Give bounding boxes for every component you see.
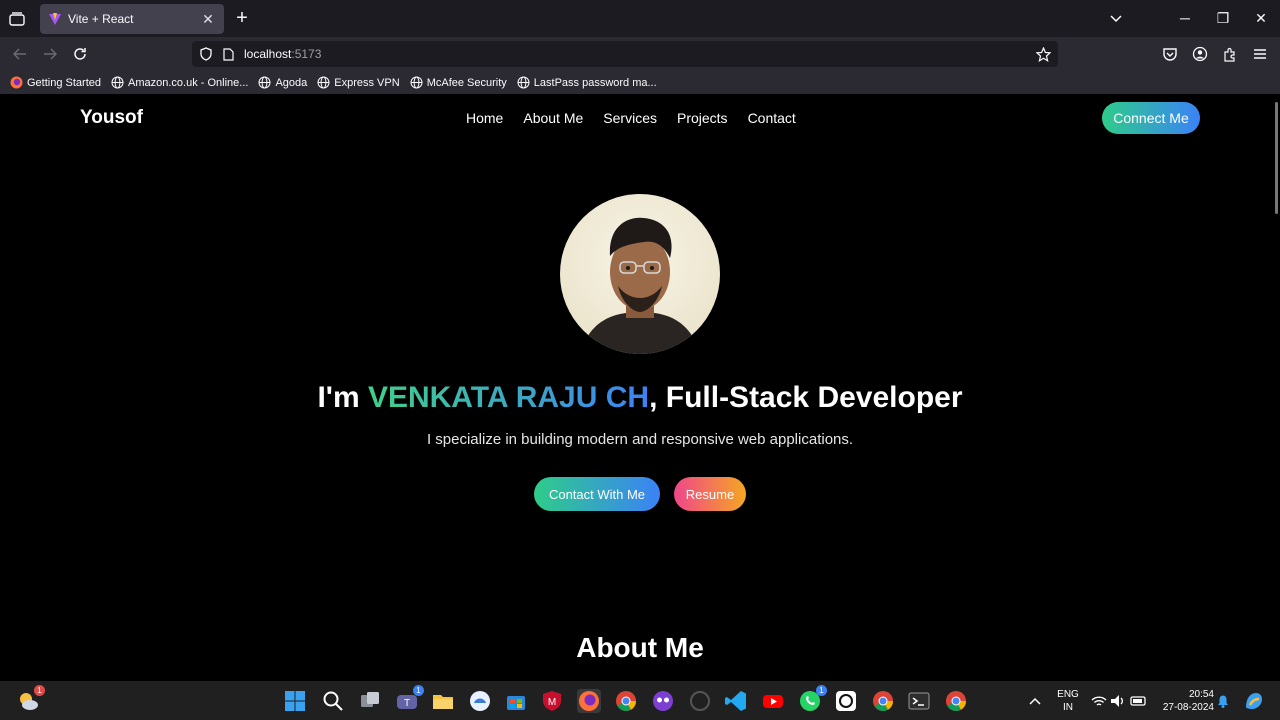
terminal-icon[interactable] (907, 689, 931, 713)
page-viewport: Yousof Home About Me Services Projects C… (0, 94, 1280, 681)
chrome-icon[interactable] (614, 689, 638, 713)
url-bar[interactable]: localhost:5173 (192, 41, 1058, 67)
site-nav: Home About Me Services Projects Contact (466, 110, 796, 126)
nav-home[interactable]: Home (466, 110, 503, 126)
whatsapp-icon[interactable]: 1 (798, 685, 827, 713)
globe-icon (317, 76, 330, 89)
svg-text:M: M (548, 697, 556, 708)
wifi-icon[interactable] (1090, 689, 1108, 713)
page-icon[interactable] (220, 46, 236, 62)
pocket-icon[interactable] (1160, 44, 1180, 64)
back-icon[interactable] (10, 44, 30, 64)
site-brand[interactable]: Yousof (80, 107, 143, 129)
language-indicator[interactable]: ENG IN (1054, 688, 1082, 714)
minimize-icon[interactable]: ─ (1175, 8, 1195, 28)
menu-icon[interactable] (1250, 44, 1270, 64)
vite-icon (49, 13, 61, 25)
globe-icon (258, 76, 271, 89)
globe-icon (410, 76, 423, 89)
resume-button[interactable]: Resume (674, 477, 746, 511)
nav-services[interactable]: Services (603, 110, 657, 126)
search-icon[interactable] (321, 689, 345, 713)
notification-bell-icon[interactable] (1215, 689, 1231, 713)
copilot-icon[interactable] (1242, 689, 1266, 713)
chatgpt-icon[interactable] (834, 689, 858, 713)
url-text: localhost:5173 (244, 47, 322, 61)
game-app-icon[interactable] (651, 689, 675, 713)
mcafee-icon[interactable]: M (540, 689, 564, 713)
firefox-taskbar-icon[interactable] (577, 689, 601, 713)
windows-taskbar: 1 T 1 M 1 ENG IN 20:54 27-08-2024 (0, 681, 1280, 720)
nav-projects[interactable]: Projects (677, 110, 728, 126)
profile-avatar (560, 194, 720, 354)
tab-vite-react[interactable]: Vite + React ✕ (40, 4, 224, 34)
file-explorer-icon[interactable] (431, 689, 455, 713)
page-scrollbar[interactable] (1275, 102, 1278, 214)
whatsapp-badge: 1 (816, 685, 827, 696)
nav-about-me[interactable]: About Me (523, 110, 583, 126)
close-tab-icon[interactable]: ✕ (200, 11, 216, 27)
hero-subtitle: I specialize in building modern and resp… (426, 431, 854, 448)
hero-buttons: Contact With Me Resume (0, 477, 1280, 511)
clock[interactable]: 20:54 27-08-2024 (1156, 688, 1214, 714)
contact-with-me-button[interactable]: Contact With Me (534, 477, 660, 511)
bookmark-agoda[interactable]: Agoda (258, 76, 307, 89)
bookmark-amazon[interactable]: Amazon.co.uk - Online... (111, 76, 248, 89)
chrome-profile-icon[interactable] (871, 689, 895, 713)
chatgpt-dim-icon[interactable] (688, 689, 712, 713)
bookmarks-bar: Getting Started Amazon.co.uk - Online...… (0, 71, 1280, 94)
about-section-title: About Me (576, 632, 704, 663)
tab-title: Vite + React (68, 12, 134, 26)
bookmark-lastpass[interactable]: LastPass password ma... (517, 76, 657, 89)
globe-icon (517, 76, 530, 89)
copilot-app-icon[interactable] (468, 689, 492, 713)
store-icon[interactable] (504, 689, 528, 713)
tray-chevron-up-icon[interactable] (1026, 689, 1044, 713)
connect-me-button[interactable]: Connect Me (1102, 102, 1200, 134)
list-all-tabs-icon[interactable] (1106, 8, 1126, 28)
bookmark-getting-started[interactable]: Getting Started (10, 76, 101, 89)
nav-contact[interactable]: Contact (748, 110, 796, 126)
weather-icon[interactable]: 1 (16, 685, 45, 713)
weather-badge: 1 (34, 685, 45, 696)
svg-text:T: T (404, 698, 410, 709)
battery-icon[interactable] (1130, 689, 1148, 713)
browser-tab-bar: Vite + React ✕ + ─ ❐ ✕ (0, 0, 1280, 37)
restore-icon[interactable]: ❐ (1213, 8, 1233, 28)
volume-icon[interactable] (1109, 689, 1127, 713)
chrome-alt-icon[interactable] (944, 689, 968, 713)
reload-icon[interactable] (70, 44, 90, 64)
teams-badge: 1 (413, 685, 424, 696)
globe-icon (111, 76, 124, 89)
new-tab-icon[interactable]: + (232, 8, 252, 28)
bookmark-mcafee[interactable]: McAfee Security (410, 76, 507, 89)
browser-toolbar: localhost:5173 (0, 37, 1280, 71)
hero-name: VENKATA RAJU CH (367, 381, 650, 414)
vscode-icon[interactable] (724, 689, 748, 713)
hero-title: I'm VENKATA RAJU CH, Full-Stack Develope… (317, 381, 963, 414)
teams-icon[interactable]: T 1 (395, 685, 424, 713)
bookmark-star-icon[interactable] (1035, 46, 1051, 62)
forward-icon[interactable] (40, 44, 60, 64)
extensions-icon[interactable] (1220, 44, 1240, 64)
account-icon[interactable] (1190, 44, 1210, 64)
close-window-icon[interactable]: ✕ (1251, 8, 1271, 28)
shield-icon[interactable] (198, 46, 214, 62)
tab-list-icon[interactable] (6, 8, 28, 30)
task-view-icon[interactable] (358, 689, 382, 713)
firefox-icon (10, 76, 23, 89)
bookmark-express-vpn[interactable]: Express VPN (317, 76, 400, 89)
start-icon[interactable] (283, 689, 307, 713)
youtube-icon[interactable] (761, 689, 785, 713)
